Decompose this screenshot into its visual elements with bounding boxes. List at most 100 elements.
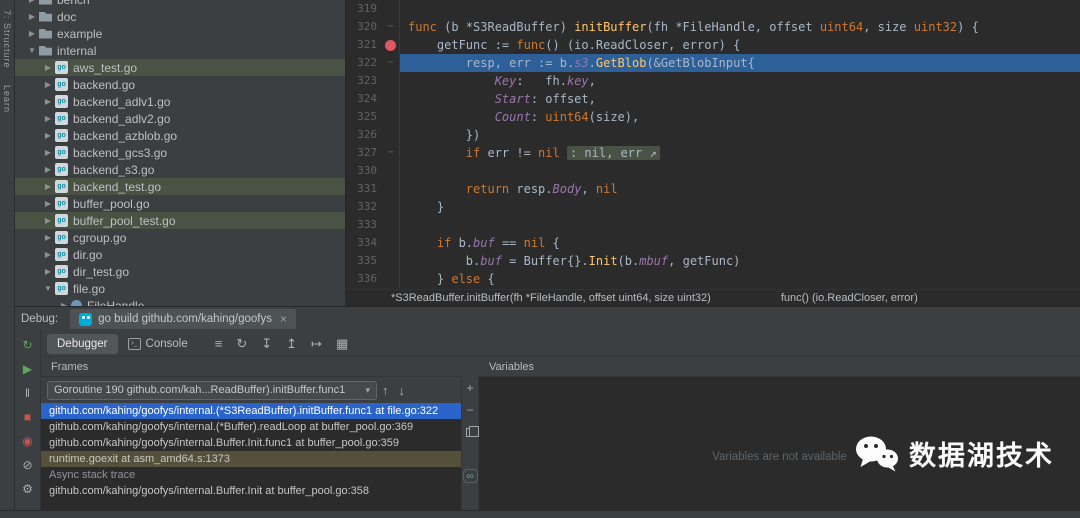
editor-line-332[interactable]: 332 } [346,198,1080,216]
tree-item-filehandle[interactable]: ▶ FileHandle [15,297,345,306]
tab-console[interactable]: >_ Console [118,334,198,354]
editor-line-320[interactable]: 320− func (b *S3ReadBuffer) initBuffer(fh… [346,18,1080,36]
tree-item-doc[interactable]: ▶ doc [15,8,345,25]
tree-toggle-icon[interactable]: ▼ [25,46,39,55]
tool-stripe-button[interactable]: 7: Structure [2,0,12,75]
editor-line-319[interactable]: 319 [346,0,1080,18]
line-number[interactable]: 323 [346,72,382,90]
editor-line-321[interactable]: 321 getFunc := func() (io.ReadCloser, er… [346,36,1080,54]
tree-item-aws_test-go[interactable]: ▶ go aws_test.go [15,59,345,76]
view-breakpoints-icon[interactable]: ◉ [15,429,41,453]
frame-row[interactable]: runtime.goexit at asm_amd64.s:1373 [41,451,461,467]
editor-line-335[interactable]: 335 b.buf = Buffer{}.Init(b.mbuf, getFun… [346,252,1080,270]
tree-item-internal[interactable]: ▼ internal [15,42,345,59]
tree-toggle-icon[interactable]: ▶ [41,199,55,208]
tree-toggle-icon[interactable]: ▶ [41,80,55,89]
tree-item-dir-go[interactable]: ▶ go dir.go [15,246,345,263]
editor-line-333[interactable]: 333 [346,216,1080,234]
tree-toggle-icon[interactable]: ▶ [41,182,55,191]
pause-icon[interactable]: ‖ [15,381,41,405]
line-number[interactable]: 330 [346,162,382,180]
breakpoint-icon[interactable] [385,39,396,51]
close-tab-icon[interactable]: × [280,312,287,326]
rerun-icon[interactable]: ↻ [15,333,41,357]
evaluate-endless-icon[interactable]: ∞ [462,469,478,483]
tool-stripe-button[interactable]: Learn [2,75,12,119]
editor-line-336[interactable]: 336 } else { [346,270,1080,288]
tab-debugger[interactable]: Debugger [47,333,118,354]
run-to-cursor-icon[interactable]: ↦ [311,336,322,352]
editor-line-331[interactable]: 331 return resp.Body, nil [346,180,1080,198]
line-number[interactable]: 319 [346,0,382,18]
frame-row[interactable]: github.com/kahing/goofys/internal.(*Buff… [41,419,461,435]
line-number[interactable]: 334 [346,234,382,252]
stop-icon[interactable]: ■ [15,405,41,429]
remove-watch-icon[interactable]: − [462,399,478,421]
tree-toggle-icon[interactable]: ▶ [41,250,55,259]
tree-item-cgroup-go[interactable]: ▶ go cgroup.go [15,229,345,246]
frame-row[interactable]: github.com/kahing/goofys/internal.(*S3Re… [41,403,461,419]
step-into-icon[interactable]: ↧ [261,336,272,352]
editor-line-334[interactable]: 334 if b.buf == nil { [346,234,1080,252]
editor-line-325[interactable]: 325 Count: uint64(size), [346,108,1080,126]
editor-line-323[interactable]: 323 Key: fh.key, [346,72,1080,90]
tree-item-file-go[interactable]: ▼ go file.go [15,280,345,297]
tree-toggle-icon[interactable]: ▶ [41,97,55,106]
tree-toggle-icon[interactable]: ▶ [41,216,55,225]
layout-grid-icon[interactable]: ▦ [336,336,348,352]
debug-session-tab[interactable]: go build github.com/kahing/goofys × [70,309,297,329]
previous-frame-icon[interactable]: ↑ [382,383,389,398]
tree-item-buffer_pool_test-go[interactable]: ▶ go buffer_pool_test.go [15,212,345,229]
line-number[interactable]: 326 [346,126,382,144]
tree-item-example[interactable]: ▶ example [15,25,345,42]
breakpoint-gutter[interactable] [382,36,400,54]
tree-item-bench[interactable]: ▶ bench [15,0,345,8]
tree-toggle-icon[interactable]: ▶ [25,29,39,38]
next-frame-icon[interactable]: ↓ [399,383,406,398]
add-watch-icon[interactable]: + [462,377,478,399]
hamburger-menu-icon[interactable]: ≡ [215,336,223,351]
copy-frames-icon[interactable] [462,421,479,443]
tree-toggle-icon[interactable]: ▶ [25,12,39,21]
tree-toggle-icon[interactable]: ▶ [25,0,39,4]
frame-row[interactable]: github.com/kahing/goofys/internal.Buffer… [41,435,461,451]
tree-item-backend-go[interactable]: ▶ go backend.go [15,76,345,93]
tree-toggle-icon[interactable]: ▶ [41,148,55,157]
tree-toggle-icon[interactable]: ▼ [41,284,55,293]
settings-gear-icon[interactable]: ⚙ [15,477,41,501]
line-number[interactable]: 327 [346,144,382,162]
tree-item-backend_adlv2-go[interactable]: ▶ go backend_adlv2.go [15,110,345,127]
editor-line-322[interactable]: 322− resp, err := b.s3.GetBlob(&GetBlobI… [346,54,1080,72]
editor-line-326[interactable]: 326 }) [346,126,1080,144]
tree-item-dir_test-go[interactable]: ▶ go dir_test.go [15,263,345,280]
tree-item-backend_test-go[interactable]: ▶ go backend_test.go [15,178,345,195]
tree-toggle-icon[interactable]: ▶ [41,267,55,276]
tree-toggle-icon[interactable]: ▶ [41,131,55,140]
editor-line-327[interactable]: 327− if err != nil : nil, err ↗ [346,144,1080,162]
resume-icon[interactable]: ▶ [15,357,41,381]
editor-line-330[interactable]: 330 [346,162,1080,180]
line-number[interactable]: 325 [346,108,382,126]
line-number[interactable]: 321 [346,36,382,54]
tree-toggle-icon[interactable]: ▶ [41,233,55,242]
tree-toggle-icon[interactable]: ▶ [41,63,55,72]
tree-item-backend_s3-go[interactable]: ▶ go backend_s3.go [15,161,345,178]
mute-breakpoints-icon[interactable]: ⊘ [15,453,41,477]
line-number[interactable]: 331 [346,180,382,198]
line-number[interactable]: 322 [346,54,382,72]
tree-item-backend_gcs3-go[interactable]: ▶ go backend_gcs3.go [15,144,345,161]
line-number[interactable]: 336 [346,270,382,288]
frame-row[interactable]: Async stack trace [41,467,461,483]
tree-toggle-icon[interactable]: ▶ [41,114,55,123]
tree-item-backend_azblob-go[interactable]: ▶ go backend_azblob.go [15,127,345,144]
line-number[interactable]: 324 [346,90,382,108]
frame-row[interactable]: github.com/kahing/goofys/internal.Buffer… [41,483,461,499]
step-out-icon[interactable]: ↥ [286,336,297,352]
line-number[interactable]: 332 [346,198,382,216]
tree-item-backend_adlv1-go[interactable]: ▶ go backend_adlv1.go [15,93,345,110]
editor-line-324[interactable]: 324 Start: offset, [346,90,1080,108]
tree-toggle-icon[interactable]: ▶ [41,165,55,174]
tree-item-buffer_pool-go[interactable]: ▶ go buffer_pool.go [15,195,345,212]
thread-selector[interactable]: Goroutine 190 github.com/kah...ReadBuffe… [47,380,377,400]
line-number[interactable]: 335 [346,252,382,270]
